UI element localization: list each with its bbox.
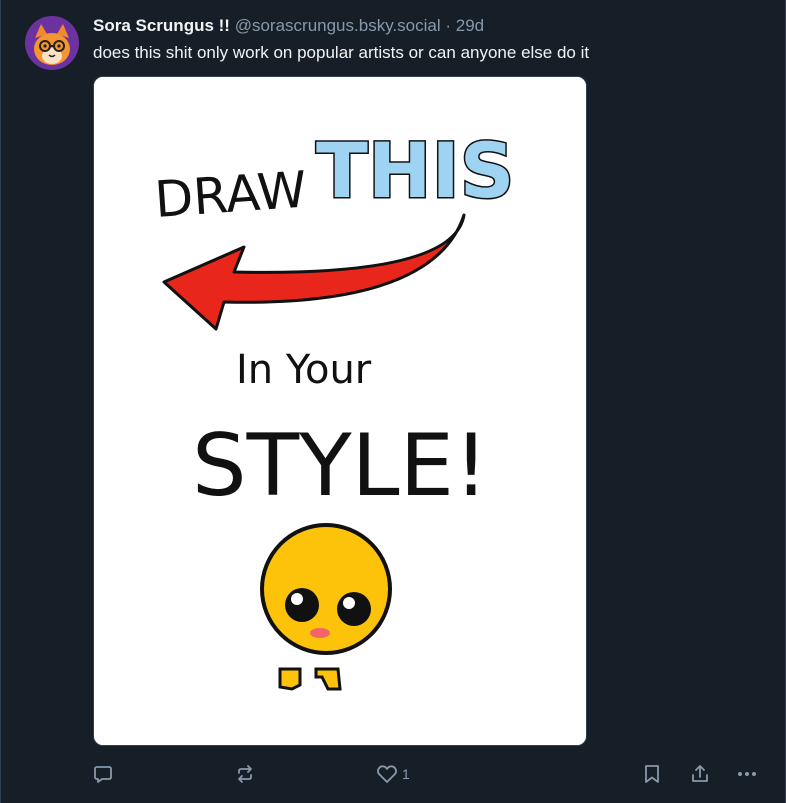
author-avatar[interactable]: [25, 16, 79, 70]
like-button[interactable]: 1: [376, 760, 410, 788]
post-card[interactable]: Sora Scrungus !! @sorascrungus.bsky.soci…: [0, 0, 786, 803]
post-timestamp[interactable]: 29d: [456, 16, 484, 35]
share-icon: [692, 765, 708, 782]
image-text-this: THIS: [316, 126, 514, 215]
header-separator: ·: [445, 16, 452, 35]
post-header: Sora Scrungus !! @sorascrungus.bsky.soci…: [93, 15, 484, 37]
post-text: does this shit only work on popular arti…: [93, 43, 590, 62]
more-options-button[interactable]: [736, 760, 758, 788]
post-image[interactable]: DRAW THIS In Your STYLE!: [93, 76, 587, 746]
share-button[interactable]: [690, 760, 710, 788]
speech-bubble-icon: [94, 766, 112, 783]
heart-icon: [377, 765, 397, 783]
bookmark-button[interactable]: [643, 760, 661, 788]
draw-this-meme-image: DRAW THIS In Your STYLE!: [94, 77, 586, 745]
image-text-draw: DRAW: [153, 161, 309, 229]
post-actions: 1: [1, 760, 786, 788]
like-count: 1: [402, 766, 410, 782]
author-handle[interactable]: @sorascrungus.bsky.social: [235, 16, 441, 35]
author-display-name[interactable]: Sora Scrungus !!: [93, 16, 230, 35]
ellipsis-icon: [738, 772, 756, 776]
cat-avatar-icon: [25, 16, 79, 70]
image-text-in-your: In Your: [236, 347, 372, 393]
repost-button[interactable]: [235, 760, 255, 788]
reply-button[interactable]: [93, 760, 113, 788]
repost-arrows-icon: [238, 765, 252, 783]
bookmark-icon: [645, 765, 659, 783]
image-text-style: STYLE!: [192, 416, 488, 516]
